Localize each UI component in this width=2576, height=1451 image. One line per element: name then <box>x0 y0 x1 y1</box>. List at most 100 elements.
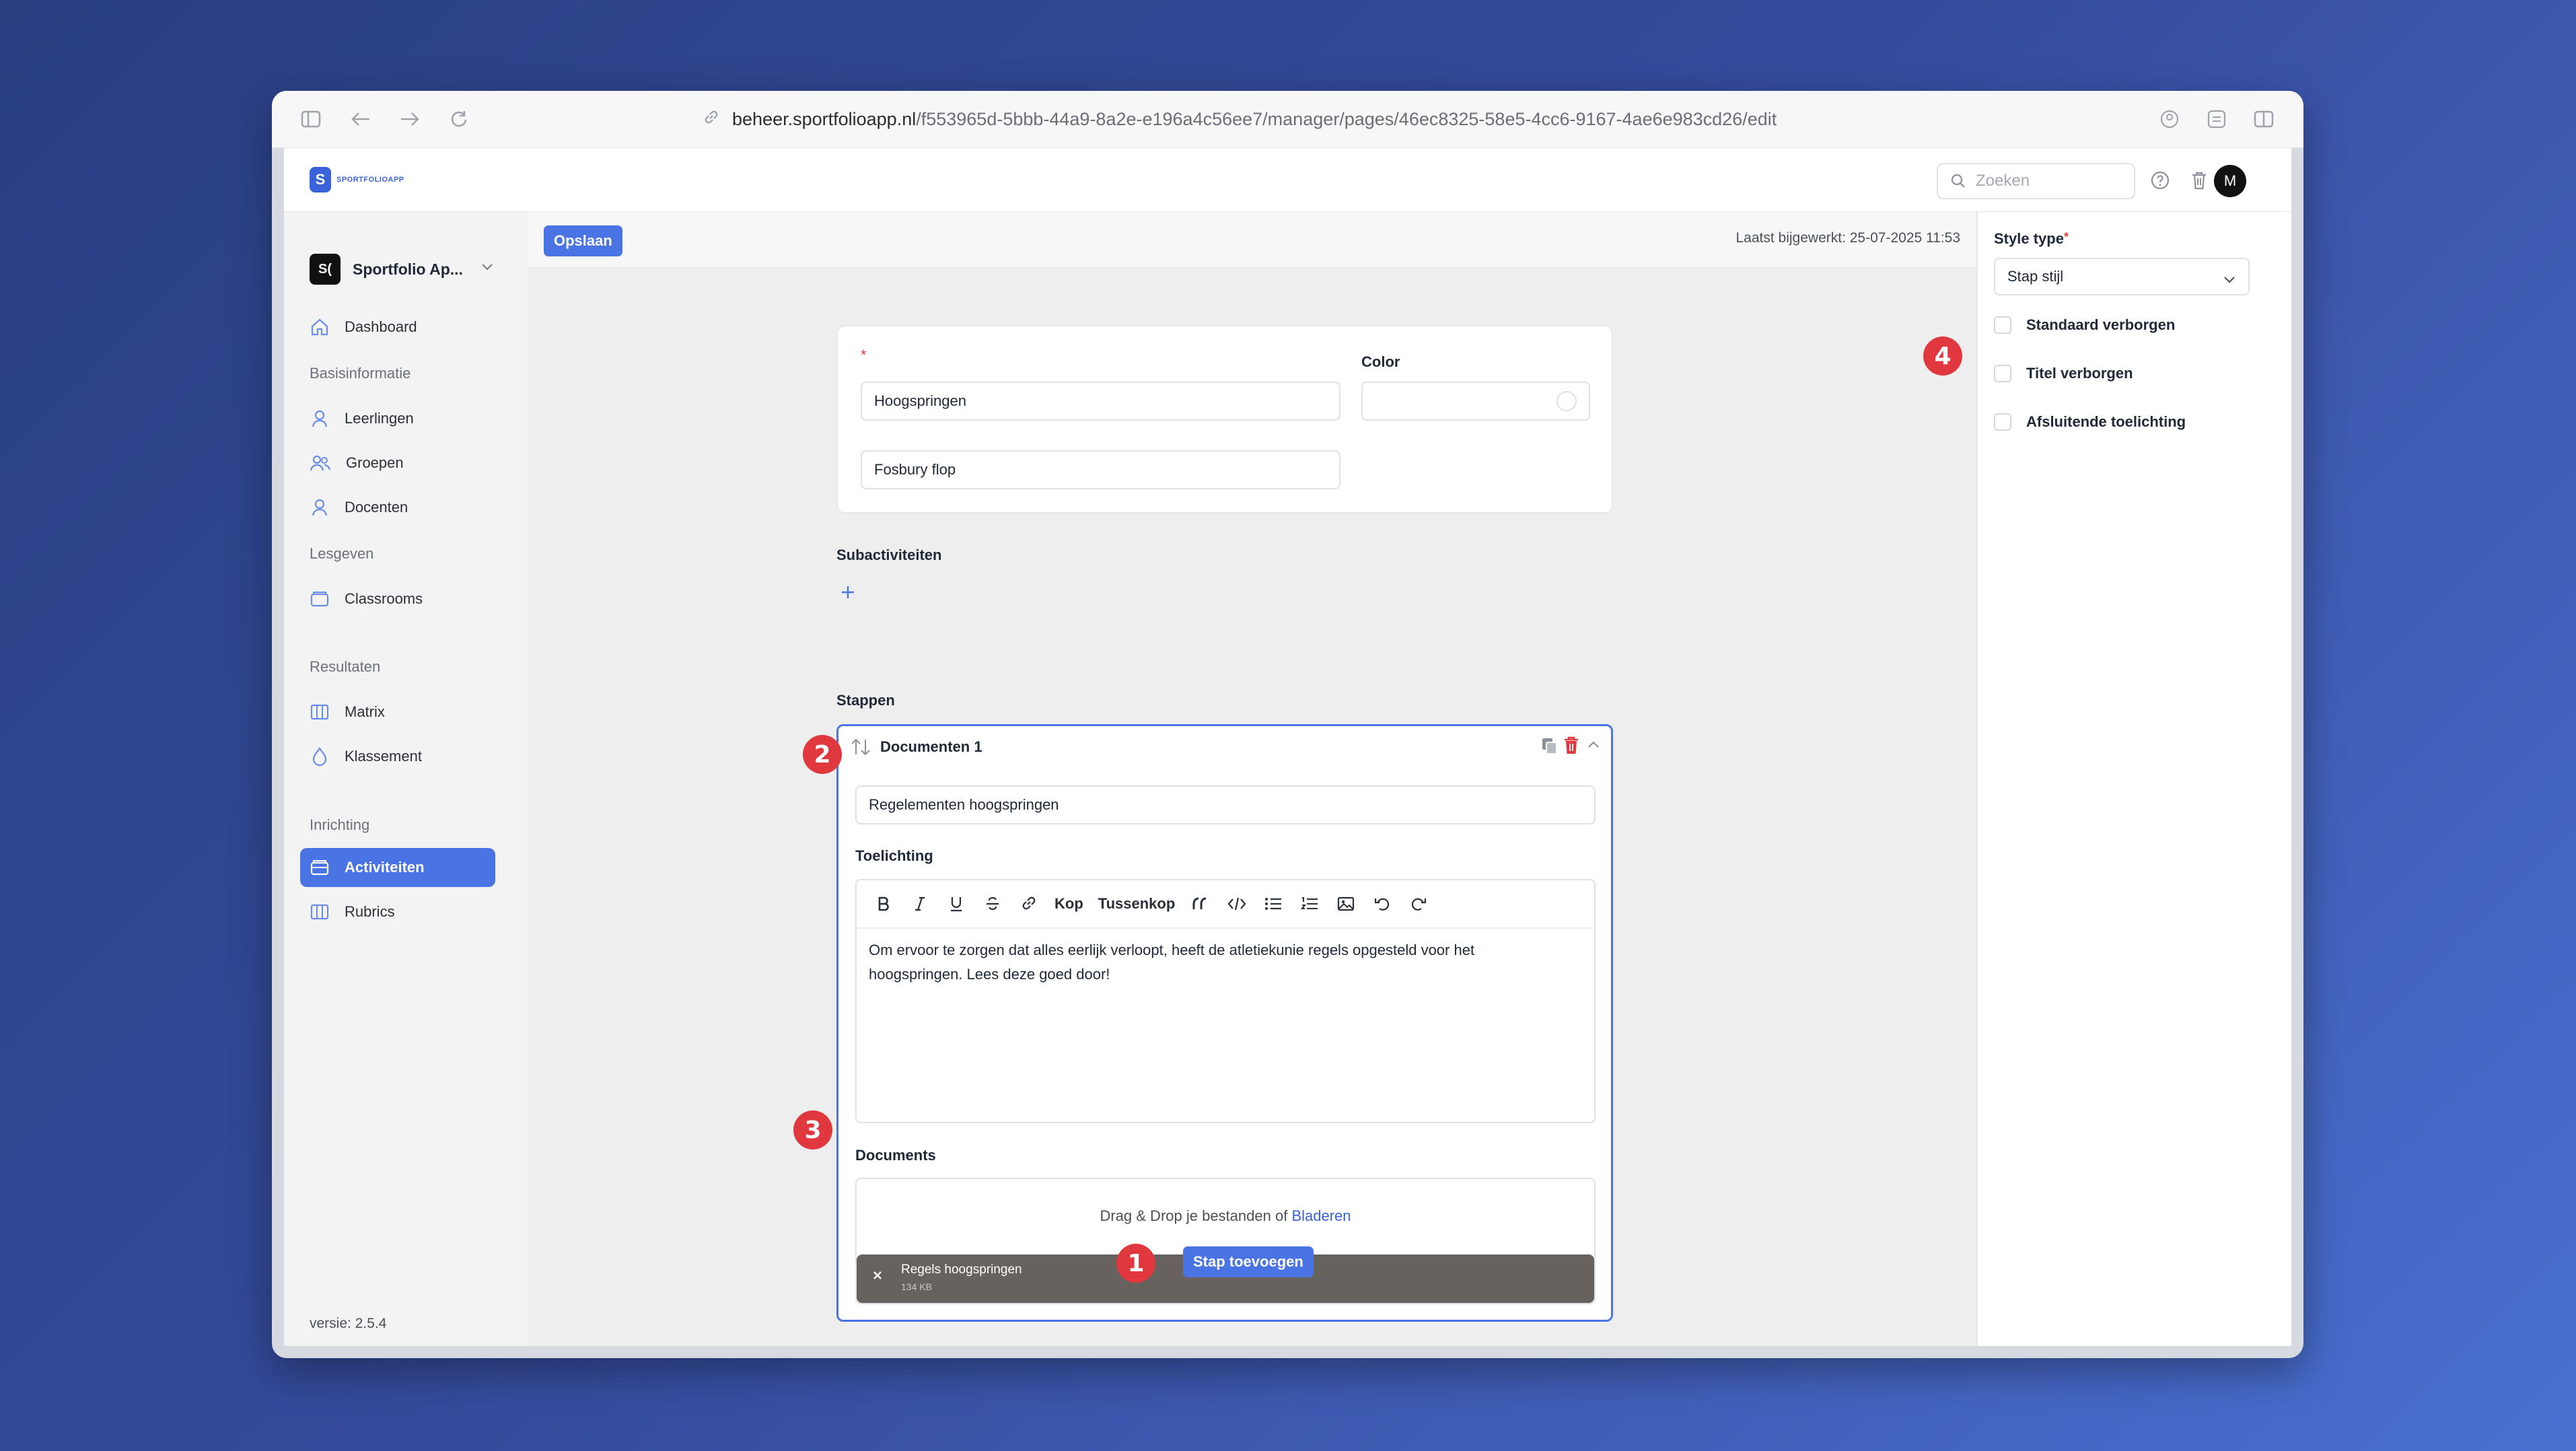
drop-icon <box>312 747 327 767</box>
sidebar-item-activiteiten[interactable]: Activiteiten <box>300 848 495 887</box>
sidebar-item-groepen[interactable]: Groepen <box>300 444 495 483</box>
redo-icon[interactable] <box>1404 889 1433 919</box>
last-updated: Laatst bijgewerkt: 25-07-2025 11:53 <box>1736 230 1961 246</box>
chevron-up-icon[interactable] <box>1587 740 1600 752</box>
style-type-text: Style type <box>1994 230 2064 247</box>
sidebar-item-leerlingen[interactable]: Leerlingen <box>300 399 495 438</box>
sidebar-item-matrix[interactable]: Matrix <box>300 693 495 732</box>
sidebar-item-label: Groepen <box>346 454 404 471</box>
image-icon[interactable] <box>1331 889 1361 919</box>
bullet-list-icon[interactable] <box>1258 889 1288 919</box>
split-view-icon[interactable] <box>2250 106 2277 133</box>
bold-icon[interactable] <box>869 889 898 919</box>
sportfolio-logo[interactable]: S SPORTFOLIOAPP <box>310 167 404 192</box>
style-type-select[interactable]: Stap stijl <box>1994 258 2250 295</box>
url-domain: beheer.sportfolioapp.nl <box>732 108 917 129</box>
color-swatch[interactable] <box>1557 391 1577 411</box>
code-icon[interactable] <box>1222 889 1252 919</box>
italic-icon[interactable] <box>905 889 935 919</box>
color-label: Color <box>1361 353 1400 370</box>
title-field[interactable]: Hoogspringen <box>861 382 1340 421</box>
reload-icon[interactable] <box>445 106 472 133</box>
browse-link[interactable]: Bladeren <box>1291 1207 1351 1224</box>
classroom-icon <box>310 592 329 607</box>
heading-button[interactable]: Kop <box>1050 889 1087 919</box>
address-bar[interactable]: beheer.sportfolioapp.nl/f553965d-5bbb-44… <box>703 104 1777 134</box>
dropzone-text: Drag & Drop je bestanden of Bladeren <box>857 1207 1594 1225</box>
numbered-list-icon[interactable] <box>1295 889 1324 919</box>
search-input[interactable]: Zoeken <box>1937 163 2135 199</box>
sidebar-item-docenten[interactable]: Docenten <box>300 488 495 527</box>
org-switcher[interactable]: S( Sportfolio Ap... <box>310 254 493 285</box>
password-manager-icon[interactable] <box>2156 106 2183 133</box>
undo-icon[interactable] <box>1367 889 1397 919</box>
editor-header: Opslaan Laatst bijgewerkt: 25-07-2025 11… <box>528 212 1976 268</box>
style-panel: Style type* Stap stijl Standaard verborg… <box>1976 212 2291 1346</box>
title-hidden-checkbox[interactable]: Titel verborgen <box>1994 365 2133 382</box>
sidebar-item-dashboard[interactable]: Dashboard <box>300 308 495 347</box>
documents-label: Documents <box>855 1147 936 1164</box>
help-icon[interactable] <box>2147 167 2174 194</box>
browser-toolbar: beheer.sportfolioapp.nl/f553965d-5bbb-44… <box>272 91 2303 148</box>
home-icon <box>311 318 328 336</box>
sidebar-item-classrooms[interactable]: Classrooms <box>300 579 495 618</box>
nav-section-lesgeven: Lesgeven <box>310 545 374 562</box>
remove-file-icon[interactable] <box>871 1269 884 1285</box>
checkbox-label: Standaard verborgen <box>2026 316 2176 333</box>
step-title[interactable]: Documenten 1 <box>880 738 982 756</box>
editor-content[interactable]: Om ervoor te zorgen dat alles eerlijk ve… <box>869 938 1474 987</box>
nav-section-inrichting: Inrichting <box>310 816 370 833</box>
sidebar-item-label: Leerlingen <box>345 410 414 427</box>
duplicate-icon[interactable] <box>1541 737 1559 759</box>
steps-label: Stappen <box>836 692 895 709</box>
sidebar-item-label: Docenten <box>345 499 408 516</box>
style-type-value: Stap stijl <box>2007 268 2064 285</box>
subheading-button[interactable]: Tussenkop <box>1094 889 1180 919</box>
annotation-marker-4: 4 <box>1923 337 1962 376</box>
sidebar: S( Sportfolio Ap... Dashboard Basisinfor… <box>284 212 528 1346</box>
rich-text-editor[interactable]: Kop Tussenkop Om ervoor te zorgen dat al… <box>855 879 1596 1123</box>
standard-hidden-checkbox[interactable]: Standaard verborgen <box>1994 316 2175 334</box>
closing-note-checkbox[interactable]: Afsluitende toelichting <box>1994 413 2186 431</box>
back-icon[interactable] <box>347 106 374 133</box>
checkbox[interactable] <box>1994 413 2011 431</box>
underline-icon[interactable] <box>941 889 971 919</box>
explanation-label: Toelichting <box>855 847 933 864</box>
delete-step-icon[interactable] <box>1563 736 1580 759</box>
url-path: /f553965d-5bbb-44a9-8a2e-e196a4c56ee7/ma… <box>916 108 1777 129</box>
columns-icon <box>310 904 329 920</box>
required-mark: * <box>861 347 867 363</box>
annotation-marker-3: 3 <box>793 1110 832 1149</box>
checkbox[interactable] <box>1994 316 2011 334</box>
avatar[interactable]: M <box>2214 165 2246 197</box>
file-dropzone[interactable]: Drag & Drop je bestanden of Bladeren Reg… <box>855 1178 1596 1304</box>
subactivities-label: Subactiviteiten <box>836 546 942 563</box>
step-name-value: Regelementen hoogspringen <box>869 796 1059 813</box>
editor-line: Om ervoor te zorgen dat alles eerlijk ve… <box>869 942 1475 958</box>
extension-icon[interactable] <box>2203 106 2230 133</box>
quote-icon[interactable] <box>1186 889 1215 919</box>
subtitle-field[interactable]: Fosbury flop <box>861 450 1340 489</box>
checkbox[interactable] <box>1994 365 2011 382</box>
activity-card: * Color Hoogspringen Fosbury flop <box>836 325 1613 514</box>
add-subactivity-button[interactable] <box>838 582 858 602</box>
required-mark: * <box>2063 230 2069 244</box>
save-button[interactable]: Opslaan <box>544 225 622 256</box>
step-name-field[interactable]: Regelementen hoogspringen <box>855 785 1596 824</box>
strikethrough-icon[interactable] <box>978 889 1007 919</box>
checkbox-label: Titel verborgen <box>2026 365 2133 382</box>
drop-text: Drag & Drop je bestanden of <box>1100 1207 1288 1224</box>
sidebar-item-rubrics[interactable]: Rubrics <box>300 892 495 931</box>
plus-icon <box>842 586 854 598</box>
add-step-button[interactable]: Stap toevoegen <box>1183 1246 1314 1277</box>
reorder-icon[interactable] <box>849 736 872 758</box>
sidebar-toggle-icon[interactable] <box>297 106 324 133</box>
color-field[interactable] <box>1361 382 1590 421</box>
link-icon <box>703 108 720 131</box>
sidebar-item-label: Rubrics <box>345 903 395 920</box>
sidebar-item-klassement[interactable]: Klassement <box>300 737 495 776</box>
annotation-marker-2: 2 <box>803 735 842 774</box>
forward-icon[interactable] <box>396 106 423 133</box>
trash-icon[interactable] <box>2186 167 2213 194</box>
link-icon[interactable] <box>1014 889 1044 919</box>
